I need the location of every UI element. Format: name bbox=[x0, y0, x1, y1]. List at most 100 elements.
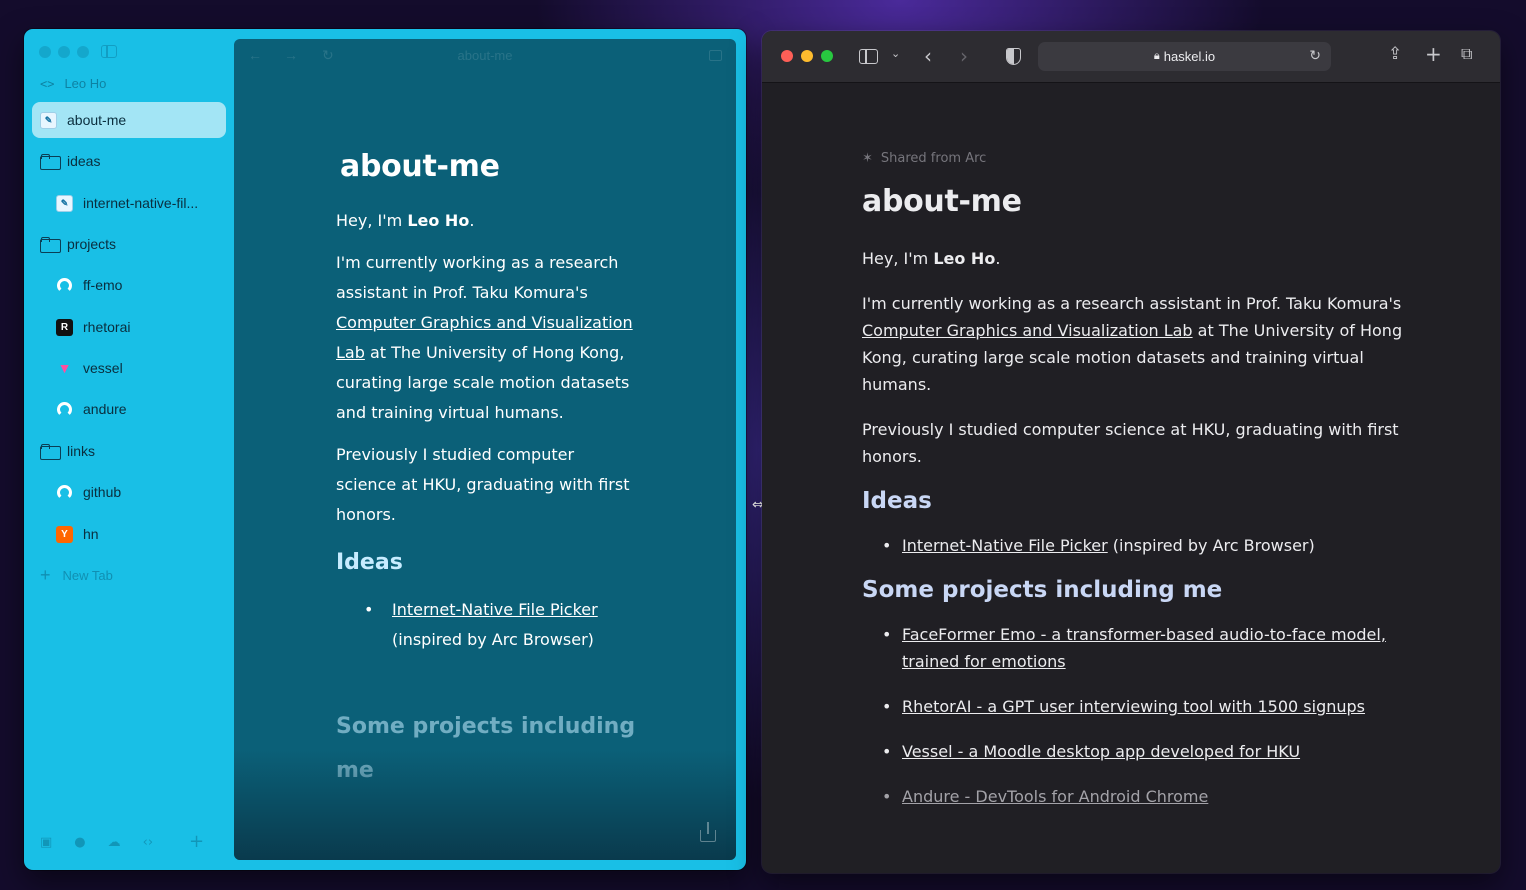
sidebar-item-label: internet-native-fil... bbox=[83, 195, 199, 211]
split-view-icon[interactable] bbox=[709, 50, 722, 61]
arc-url-text: Leo Ho bbox=[64, 76, 107, 91]
project-link-vessel[interactable]: Vessel - a Moodle desktop app developed … bbox=[902, 742, 1300, 761]
code-icon[interactable]: ‹› bbox=[143, 835, 153, 850]
sidebar-item-vessel[interactable]: ▼ vessel bbox=[32, 350, 226, 386]
address-bar[interactable]: 🔒︎ haskel.io ↻ bbox=[1038, 42, 1331, 71]
document-icon: ✎ bbox=[40, 111, 57, 129]
chevron-down-icon[interactable]: ⌄ bbox=[891, 47, 900, 60]
sidebar-item-andure[interactable]: andure bbox=[32, 391, 226, 427]
folder-icon bbox=[40, 443, 61, 460]
sidebar-item-about-me[interactable]: ✎ about-me bbox=[32, 102, 226, 138]
arc-document: about-me Hey, I'm Leo Ho. I'm currently … bbox=[336, 149, 636, 813]
arc-url-bar[interactable]: <> Leo Ho bbox=[40, 76, 106, 91]
zoom-window-button[interactable] bbox=[821, 50, 833, 62]
ideas-heading: Ideas bbox=[336, 550, 403, 575]
greeting-prefix: Hey, I'm bbox=[336, 211, 408, 230]
sidebar-item-label: hn bbox=[83, 526, 99, 542]
intro-paragraph: I'm currently working as a research assi… bbox=[336, 248, 636, 428]
sidebar-item-internet-native-file-picker[interactable]: ✎ internet-native-fil... bbox=[32, 185, 226, 221]
sidebar-item-hn[interactable]: Y hn bbox=[32, 516, 226, 552]
reload-icon[interactable]: ↻ bbox=[1309, 47, 1321, 64]
sidebar-item-label: rhetorai bbox=[83, 319, 131, 335]
sidebar-folder-links[interactable]: links bbox=[32, 433, 226, 469]
idea-note: (inspired by Arc Browser) bbox=[1107, 536, 1315, 555]
intro-text-b: at The University of Hong Kong, curating… bbox=[336, 343, 630, 422]
arc-window: <> Leo Ho ✎ about-me ideas ✎ internet-na… bbox=[24, 29, 746, 870]
code-brackets-icon: <> bbox=[40, 76, 55, 91]
projects-list: FaceFormer Emo - a transformer-based aud… bbox=[862, 621, 1422, 810]
project-link-rhetorai[interactable]: RhetorAI - a GPT user interviewing tool … bbox=[902, 697, 1365, 716]
projects-heading: Some projects including me bbox=[862, 577, 1223, 603]
sidebar-item-label: ff-emo bbox=[83, 277, 123, 293]
previously-paragraph: Previously I studied computer science at… bbox=[336, 445, 630, 524]
sidebar-toggle-icon[interactable] bbox=[101, 45, 117, 58]
sidebar-bottom-bar: ▣ ● ☁ ‹› + bbox=[40, 833, 204, 851]
intro-text-a: I'm currently working as a research assi… bbox=[862, 294, 1402, 313]
space-dot-icon[interactable]: ● bbox=[74, 835, 85, 850]
github-icon bbox=[56, 277, 73, 294]
idea-link[interactable]: Internet-Native File Picker bbox=[902, 536, 1108, 555]
greeting: Hey, I'm Leo Ho. bbox=[862, 245, 1422, 272]
arc-tab-title: about-me bbox=[457, 48, 513, 63]
sidebar-folder-ideas[interactable]: ideas bbox=[32, 143, 226, 179]
page-title: about-me bbox=[340, 149, 500, 184]
greeting-suffix: . bbox=[995, 249, 1001, 268]
window-controls bbox=[39, 46, 89, 58]
archive-icon[interactable]: ▣ bbox=[40, 835, 52, 850]
list-item: FaceFormer Emo - a transformer-based aud… bbox=[882, 621, 1422, 675]
shared-from-label: Shared from Arc bbox=[880, 151, 987, 166]
address-text: haskel.io bbox=[1163, 49, 1216, 64]
list-item: Andure - DevTools for Android Chrome bbox=[882, 783, 1422, 810]
cloud-icon[interactable]: ☁ bbox=[108, 835, 121, 850]
close-window-button[interactable] bbox=[39, 46, 51, 58]
back-arrow-icon[interactable]: ‹ bbox=[924, 44, 932, 68]
lock-icon: 🔒︎ bbox=[1153, 50, 1160, 62]
project-link-andure[interactable]: Andure - DevTools for Android Chrome bbox=[902, 787, 1208, 806]
github-icon bbox=[56, 401, 73, 418]
plus-icon: + bbox=[40, 565, 51, 585]
idea-note: (inspired by Arc Browser) bbox=[392, 630, 594, 649]
new-tab-plus-icon[interactable]: + bbox=[1425, 42, 1442, 66]
share-icon[interactable] bbox=[700, 822, 716, 842]
arc-toolbar: ← → ↻ about-me bbox=[234, 39, 736, 73]
sidebar-folder-projects[interactable]: projects bbox=[32, 226, 226, 262]
list-item: Internet-Native File Picker (inspired by… bbox=[364, 595, 636, 655]
forward-arrow-icon[interactable]: › bbox=[960, 44, 968, 68]
list-item: Vessel - a Moodle desktop app developed … bbox=[882, 738, 1422, 765]
folder-icon bbox=[40, 153, 61, 170]
github-icon bbox=[56, 484, 73, 501]
list-item: Internet-Native File Picker (inspired by… bbox=[882, 532, 1422, 559]
minimize-window-button[interactable] bbox=[801, 50, 813, 62]
intro-text-a: I'm currently working as a research assi… bbox=[336, 253, 619, 302]
greeting-name: Leo Ho bbox=[933, 249, 996, 268]
sidebar-item-label: ideas bbox=[67, 153, 101, 169]
lab-link[interactable]: Computer Graphics and Visualization Lab bbox=[862, 321, 1193, 340]
intro-paragraph: I'm currently working as a research assi… bbox=[862, 290, 1422, 398]
sidebar-item-ff-emo[interactable]: ff-emo bbox=[32, 267, 226, 303]
arc-logo-icon: ✶ bbox=[862, 151, 873, 166]
sidebar-item-label: vessel bbox=[83, 360, 123, 376]
privacy-shield-icon[interactable] bbox=[1006, 48, 1021, 65]
list-item: RhetorAI - a GPT user interviewing tool … bbox=[882, 693, 1422, 720]
folder-icon bbox=[40, 236, 61, 253]
bottom-fade-overlay bbox=[234, 750, 736, 860]
sidebar-item-label: github bbox=[83, 484, 122, 500]
greeting-name: Leo Ho bbox=[407, 211, 470, 230]
close-window-button[interactable] bbox=[781, 50, 793, 62]
shared-from-arc: ✶ Shared from Arc bbox=[862, 151, 1422, 166]
greeting-prefix: Hey, I'm bbox=[862, 249, 934, 268]
arc-content-pane: ← → ↻ about-me about-me Hey, I'm Leo Ho.… bbox=[234, 39, 736, 860]
tab-overview-icon[interactable]: ⧉ bbox=[1461, 44, 1472, 64]
project-link-faceformer[interactable]: FaceFormer Emo - a transformer-based aud… bbox=[902, 625, 1386, 671]
new-tab-button[interactable]: + New Tab bbox=[40, 565, 113, 586]
sidebar-item-rhetorai[interactable]: R rhetorai bbox=[32, 309, 226, 345]
sidebar-icon[interactable] bbox=[859, 49, 878, 64]
safari-window: ⌄ ‹ › 🔒︎ haskel.io ↻ ⇪ + ⧉ ✶ Shared from… bbox=[762, 31, 1500, 873]
share-icon[interactable]: ⇪ bbox=[1388, 44, 1402, 64]
idea-link[interactable]: Internet-Native File Picker bbox=[392, 600, 598, 619]
minimize-window-button[interactable] bbox=[58, 46, 70, 58]
window-controls bbox=[781, 50, 833, 62]
zoom-window-button[interactable] bbox=[77, 46, 89, 58]
add-space-button[interactable]: + bbox=[189, 833, 204, 851]
sidebar-item-github[interactable]: github bbox=[32, 474, 226, 510]
